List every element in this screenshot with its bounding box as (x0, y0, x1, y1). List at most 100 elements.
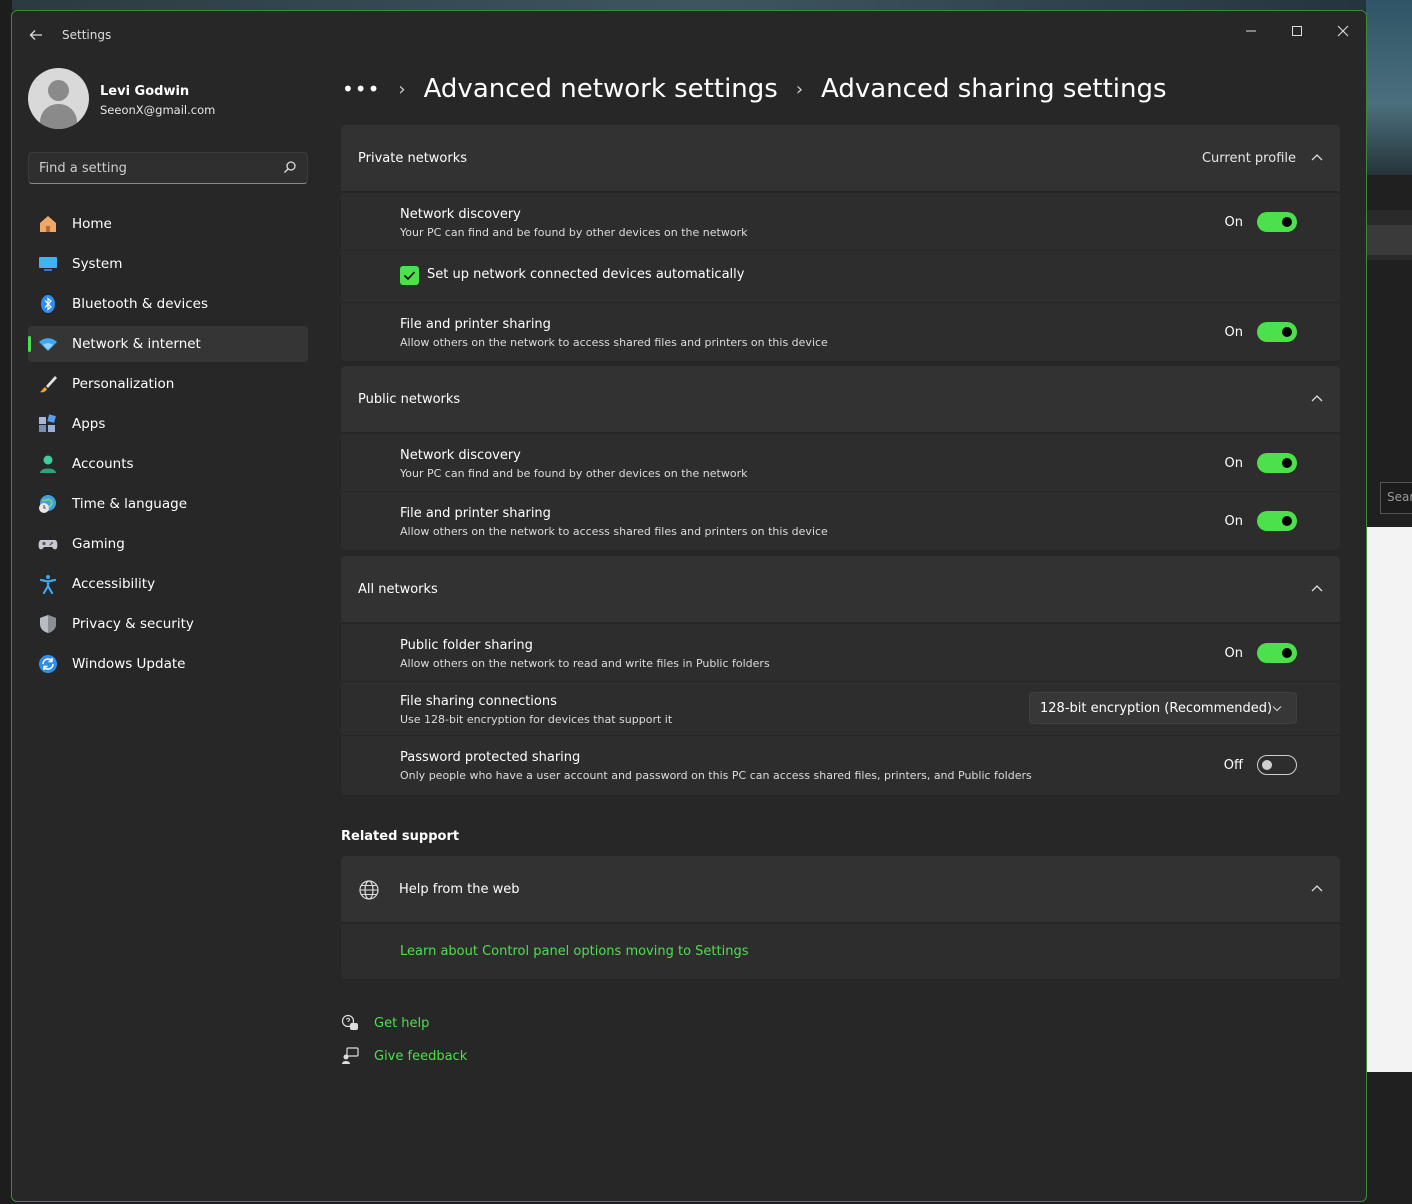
chevron-up-icon[interactable] (1311, 153, 1323, 161)
sidebar-item-accounts[interactable]: Accounts (28, 446, 308, 482)
sidebar-item-label: Gaming (72, 536, 125, 552)
sidebar-item-network[interactable]: Network & internet (28, 326, 308, 362)
give-feedback-label: Give feedback (374, 1048, 468, 1064)
password-protected-sharing-toggle[interactable] (1257, 755, 1297, 775)
setting-description: Use 128-bit encryption for devices that … (400, 713, 673, 726)
public-file-printer-row: File and printer sharing Allow others on… (341, 491, 1340, 549)
feedback-icon (342, 1047, 359, 1064)
globe-icon (359, 880, 379, 900)
breadcrumb-item-advanced-network[interactable]: Advanced network settings (424, 74, 778, 104)
minimize-button[interactable] (1228, 17, 1274, 47)
sidebar-nav: Home System Bluetooth & devices Network … (28, 206, 308, 686)
all-networks-section: All networks Public folder sharing Allow… (341, 556, 1340, 795)
search-box (28, 152, 308, 184)
setting-description: Allow others on the network to access sh… (400, 525, 828, 538)
breadcrumb-overflow-button[interactable]: ••• (342, 77, 380, 101)
update-icon (39, 655, 57, 673)
app-title: Settings (62, 28, 112, 42)
sidebar-item-bluetooth[interactable]: Bluetooth & devices (28, 286, 308, 322)
private-file-printer-toggle[interactable] (1257, 322, 1297, 342)
sidebar-item-apps[interactable]: Apps (28, 406, 308, 442)
user-email: SeeonX@gmail.com (100, 103, 216, 117)
sidebar-item-label: Personalization (72, 376, 175, 392)
private-networks-section: Private networks Current profile Network… (341, 125, 1340, 361)
give-feedback-link[interactable]: Give feedback (341, 1044, 467, 1068)
sidebar-item-label: Accounts (72, 456, 134, 472)
user-profile[interactable]: Levi Godwin SeeonX@gmail.com (28, 68, 328, 132)
sidebar-item-system[interactable]: System (28, 246, 308, 282)
get-help-icon (341, 1014, 358, 1030)
brush-icon (40, 376, 57, 393)
toggle-state-label: On (1224, 646, 1243, 661)
setting-title: Password protected sharing (400, 750, 581, 765)
get-help-label: Get help (374, 1015, 430, 1031)
chevron-down-icon (1272, 706, 1282, 712)
sidebar-item-label: Network & internet (72, 336, 201, 352)
home-icon (40, 216, 56, 232)
search-icon[interactable] (283, 160, 297, 174)
setting-description: Your PC can find and be found by other d… (400, 467, 748, 480)
maximize-icon (1292, 26, 1302, 36)
sidebar-item-home[interactable]: Home (28, 206, 308, 242)
private-network-discovery-toggle[interactable] (1257, 212, 1297, 232)
sidebar-item-privacy[interactable]: Privacy & security (28, 606, 308, 642)
control-panel-link[interactable]: Learn about Control panel options moving… (400, 944, 749, 959)
sidebar-item-windows-update[interactable]: Windows Update (28, 646, 308, 682)
get-help-link[interactable]: Get help (341, 1011, 429, 1035)
public-folder-sharing-toggle[interactable] (1257, 643, 1297, 663)
chevron-up-icon[interactable] (1311, 584, 1323, 592)
setting-description: Your PC can find and be found by other d… (400, 226, 748, 239)
chevron-right-icon: › (398, 78, 406, 100)
minimize-icon (1246, 30, 1256, 32)
private-networks-header[interactable]: Private networks Current profile (341, 125, 1340, 192)
sidebar-item-label: Apps (72, 416, 106, 432)
sidebar-item-label: Accessibility (72, 576, 156, 592)
sidebar-item-time-language[interactable]: Time & language (28, 486, 308, 522)
auto-setup-checkbox[interactable] (400, 266, 419, 285)
encryption-dropdown[interactable]: 128-bit encryption (Recommended) (1029, 692, 1297, 724)
sidebar-item-label: Windows Update (72, 656, 186, 672)
sidebar-item-label: Home (72, 216, 112, 232)
back-button[interactable] (24, 23, 48, 47)
maximize-button[interactable] (1274, 17, 1320, 47)
setting-title: Public folder sharing (400, 638, 533, 653)
toggle-state-label: On (1224, 456, 1243, 471)
private-network-discovery-row: Network discovery Your PC can find and b… (341, 192, 1340, 250)
section-title: Public networks (358, 392, 461, 407)
all-networks-header[interactable]: All networks (341, 556, 1340, 623)
close-button[interactable] (1320, 17, 1366, 47)
toggle-state-label: On (1224, 325, 1243, 340)
wifi-icon (39, 338, 57, 351)
sidebar-item-personalization[interactable]: Personalization (28, 366, 308, 402)
current-profile-label: Current profile (1201, 151, 1296, 166)
page-title: Advanced sharing settings (821, 74, 1167, 104)
arrow-left-icon (29, 30, 42, 40)
checkmark-icon (403, 271, 416, 281)
search-input[interactable] (39, 158, 279, 178)
private-file-printer-row: File and printer sharing Allow others on… (341, 302, 1340, 360)
chevron-up-icon[interactable] (1311, 394, 1323, 402)
password-protected-sharing-row: Password protected sharing Only people w… (341, 735, 1340, 795)
sidebar-item-accessibility[interactable]: Accessibility (28, 566, 308, 602)
sidebar-item-gaming[interactable]: Gaming (28, 526, 308, 562)
setting-description: Allow others on the network to access sh… (400, 336, 828, 349)
setting-title: File and printer sharing (400, 317, 551, 332)
public-networks-header[interactable]: Public networks (341, 366, 1340, 433)
public-folder-sharing-row: Public folder sharing Allow others on th… (341, 623, 1340, 681)
setting-title: File and printer sharing (400, 506, 551, 521)
public-networks-section: Public networks Network discovery Your P… (341, 366, 1340, 550)
public-file-printer-toggle[interactable] (1257, 511, 1297, 531)
settings-window: Settings Levi Godwin SeeonX@gmail.com Fi… (11, 10, 1367, 1202)
title-bar: Settings (12, 11, 1366, 59)
setting-title: Network discovery (400, 207, 521, 222)
public-network-discovery-toggle[interactable] (1257, 453, 1297, 473)
toggle-state-label: On (1224, 215, 1243, 230)
help-from-web-header[interactable]: Help from the web (341, 856, 1340, 923)
setting-title: Network discovery (400, 448, 521, 463)
breadcrumb: ••• › Advanced network settings › Advanc… (342, 69, 1185, 109)
chevron-up-icon[interactable] (1311, 884, 1323, 892)
desktop-wallpaper-strip (0, 0, 1412, 10)
background-search-box: Sear (1380, 482, 1412, 514)
public-network-discovery-row: Network discovery Your PC can find and b… (341, 433, 1340, 491)
user-name: Levi Godwin (100, 84, 190, 99)
